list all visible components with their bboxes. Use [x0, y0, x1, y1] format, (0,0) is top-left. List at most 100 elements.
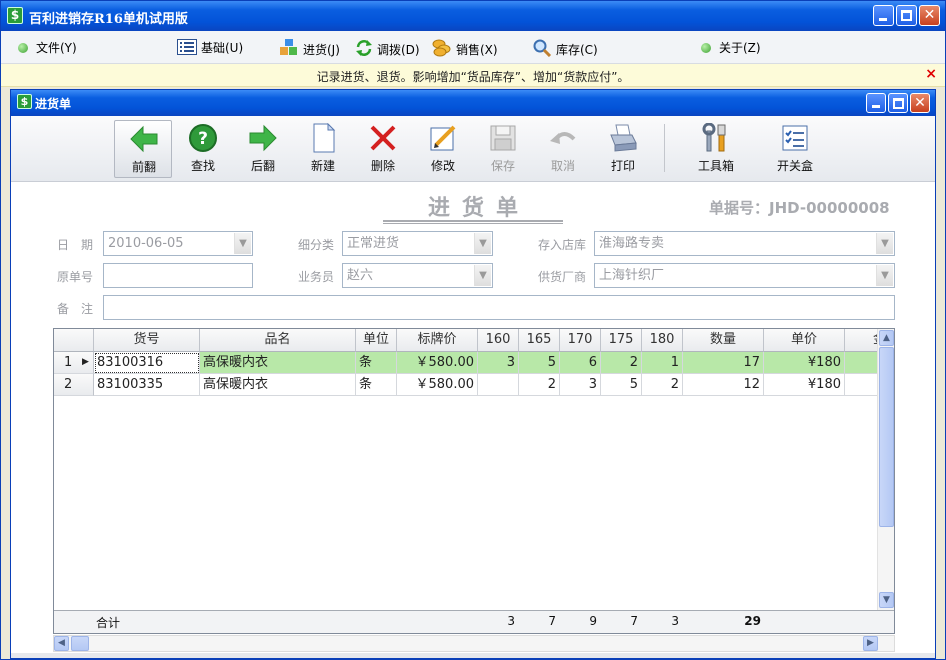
cell-size-160[interactable]: [478, 374, 519, 396]
note-input[interactable]: [103, 295, 895, 320]
minimize-button[interactable]: [873, 5, 894, 26]
cell-name[interactable]: 高保暖内衣: [200, 374, 356, 396]
menu-transfer[interactable]: 调拨(D): [355, 39, 420, 57]
new-button[interactable]: 新建: [294, 120, 352, 178]
save-button[interactable]: 保存: [474, 120, 532, 178]
close-button[interactable]: ✕: [919, 5, 940, 26]
col-size-160[interactable]: 160: [478, 329, 519, 352]
cell-qty[interactable]: 17: [683, 352, 764, 374]
date-value: 2010-06-05: [108, 236, 184, 251]
window-title: 进货单: [35, 97, 72, 111]
chevron-down-icon[interactable]: ▼: [474, 265, 491, 286]
scroll-down-icon[interactable]: ▼: [879, 592, 894, 608]
chevron-down-icon[interactable]: ▼: [234, 233, 251, 254]
next-label: 后翻: [250, 159, 275, 173]
scroll-up-icon[interactable]: ▲: [879, 330, 894, 346]
delete-button[interactable]: 删除: [354, 120, 412, 178]
cell-unit-price[interactable]: ¥180: [764, 352, 845, 374]
grid-corner: [54, 329, 94, 352]
orig-no-input[interactable]: [103, 263, 253, 288]
hint-text: 记录进货、退货。影响增加“货品库存”、增加“货款应付”。: [316, 70, 630, 84]
menu-file[interactable]: 文件(Y): [18, 39, 77, 57]
clerk-select[interactable]: 赵六 ▼: [342, 263, 493, 288]
cell-unit[interactable]: 条: [356, 374, 397, 396]
orig-no-label: 原单号: [57, 270, 94, 284]
col-unit[interactable]: 单位: [356, 329, 397, 352]
arrow-right-icon: [248, 123, 278, 153]
total-size-165: 7: [548, 614, 556, 628]
cell-size-165[interactable]: 2: [519, 374, 560, 396]
cell-size-170[interactable]: 3: [560, 374, 601, 396]
chevron-down-icon[interactable]: ▼: [876, 265, 893, 286]
arrow-left-icon: [129, 124, 159, 154]
row-header[interactable]: 1 ▶: [54, 352, 94, 374]
save-disk-icon: [488, 123, 518, 153]
switchbox-button[interactable]: 开关盒: [766, 120, 824, 178]
menu-about[interactable]: 关于(Z): [701, 39, 761, 57]
current-row-icon: ▶: [82, 357, 89, 367]
chevron-down-icon[interactable]: ▼: [876, 233, 893, 254]
window-close-button[interactable]: ✕: [910, 93, 930, 113]
menu-basic-label: 基础(U): [201, 41, 244, 55]
horizontal-scroll-thumb[interactable]: [71, 636, 89, 651]
menu-sales[interactable]: 销售(X): [432, 39, 498, 57]
cell-tag-price[interactable]: ￥580.00: [397, 352, 478, 374]
category-select[interactable]: 正常进货 ▼: [342, 231, 493, 256]
edit-button[interactable]: 修改: [414, 120, 472, 178]
next-button[interactable]: 后翻: [234, 120, 292, 178]
menu-transfer-label: 调拨(D): [377, 43, 420, 57]
scroll-right-icon[interactable]: ▶: [863, 636, 878, 651]
chevron-down-icon[interactable]: ▼: [474, 233, 491, 254]
menu-inventory[interactable]: 库存(C): [532, 39, 598, 58]
category-label: 细分类: [298, 238, 335, 252]
col-tag-price[interactable]: 标牌价: [397, 329, 478, 352]
cell-size-165[interactable]: 5: [519, 352, 560, 374]
row-header[interactable]: 2: [54, 374, 94, 396]
scroll-left-icon[interactable]: ◀: [54, 636, 69, 651]
col-size-165[interactable]: 165: [519, 329, 560, 352]
cell-unit[interactable]: 条: [356, 352, 397, 374]
vertical-scrollbar[interactable]: ▲ ▼: [877, 329, 894, 610]
date-field[interactable]: 2010-06-05 ▼: [103, 231, 253, 256]
cancel-button[interactable]: 取消: [534, 120, 592, 178]
hint-close-icon[interactable]: ×: [925, 66, 937, 82]
prev-button[interactable]: 前翻: [114, 120, 172, 178]
window-minimize-button[interactable]: [866, 93, 886, 113]
col-name[interactable]: 品名: [200, 329, 356, 352]
horizontal-scrollbar[interactable]: ◀ ▶: [53, 635, 895, 652]
title-underline-thin: [383, 223, 563, 224]
cell-size-175[interactable]: 5: [601, 374, 642, 396]
cell-qty[interactable]: 12: [683, 374, 764, 396]
app-title: 百利进销存R16单机试用版: [29, 12, 188, 27]
window-maximize-button[interactable]: [888, 93, 908, 113]
cancel-label: 取消: [550, 159, 575, 173]
col-qty[interactable]: 数量: [683, 329, 764, 352]
store-select[interactable]: 淮海路专卖 ▼: [594, 231, 895, 256]
menu-basic[interactable]: 基础(U): [177, 39, 243, 57]
cell-size-160[interactable]: 3: [478, 352, 519, 374]
cell-code[interactable]: 83100316: [94, 352, 200, 374]
vertical-scroll-thumb[interactable]: [879, 347, 894, 527]
cell-size-180[interactable]: 2: [642, 374, 683, 396]
col-code[interactable]: 货号: [94, 329, 200, 352]
col-size-170[interactable]: 170: [560, 329, 601, 352]
print-button[interactable]: 打印: [594, 120, 652, 178]
col-unit-price[interactable]: 单价: [764, 329, 845, 352]
cell-name[interactable]: 高保暖内衣: [200, 352, 356, 374]
find-button[interactable]: ? 查找: [174, 120, 232, 178]
col-size-180[interactable]: 180: [642, 329, 683, 352]
date-label: 日 期: [57, 238, 94, 252]
cell-unit-price[interactable]: ¥180: [764, 374, 845, 396]
menu-purchase[interactable]: 进货(J): [279, 39, 340, 57]
cell-code[interactable]: 83100335: [94, 374, 200, 396]
note-label: 备 注: [57, 302, 94, 316]
supplier-select[interactable]: 上海针织厂 ▼: [594, 263, 895, 288]
maximize-button[interactable]: [896, 5, 917, 26]
cell-size-170[interactable]: 6: [560, 352, 601, 374]
cell-size-180[interactable]: 1: [642, 352, 683, 374]
cell-tag-price[interactable]: ￥580.00: [397, 374, 478, 396]
col-size-175[interactable]: 175: [601, 329, 642, 352]
find-label: 查找: [190, 159, 215, 173]
cell-size-175[interactable]: 2: [601, 352, 642, 374]
toolbox-button[interactable]: 工具箱: [687, 120, 745, 178]
